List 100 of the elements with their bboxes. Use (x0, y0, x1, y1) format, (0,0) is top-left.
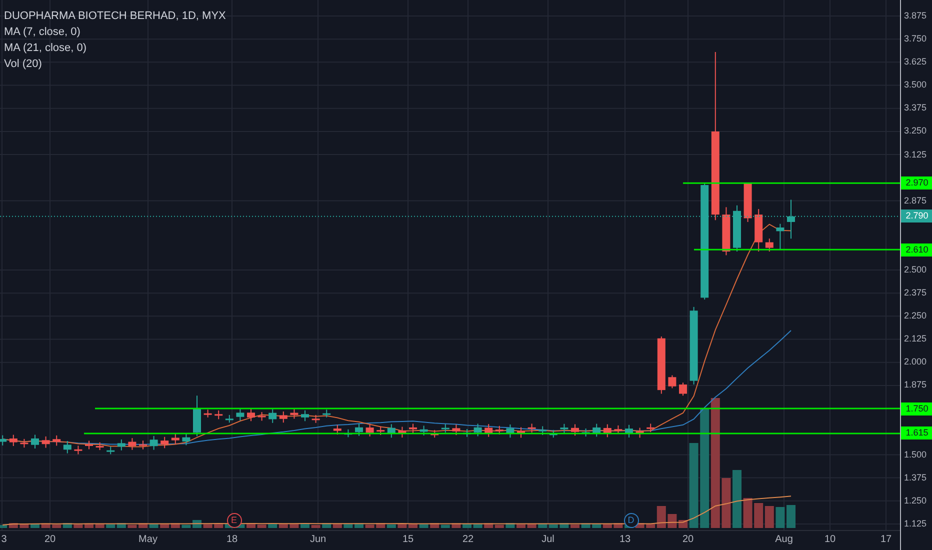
price-tag: 2.970 (901, 176, 932, 190)
price-tag: 2.610 (901, 243, 932, 256)
date-label: 15 (402, 535, 414, 545)
candle (106, 446, 115, 455)
candle (733, 204, 741, 252)
candle (387, 424, 396, 438)
event-marker[interactable]: D (624, 513, 638, 528)
candle (636, 427, 644, 438)
candle (268, 408, 277, 424)
candle (744, 182, 752, 222)
volume-bar (419, 524, 428, 528)
volume-bar (408, 523, 418, 528)
price-label: 3.250 (904, 126, 927, 136)
candle (582, 428, 590, 438)
candle (9, 434, 18, 446)
volume-bar (41, 523, 50, 528)
chart-title: DUOPHARMA BIOTECH BERHAD, 1D, MYX (4, 9, 226, 24)
price-label: 1.875 (904, 380, 927, 390)
candle (193, 395, 201, 437)
candle (247, 408, 255, 422)
candle (765, 238, 774, 252)
volume-bar (246, 523, 256, 528)
date-label: 13 (619, 535, 631, 545)
indicator-label[interactable]: MA (7, close, 0) (4, 24, 226, 40)
candle (722, 206, 730, 256)
volume-bar (614, 523, 623, 528)
candle (171, 434, 180, 445)
volume-bar (776, 507, 785, 528)
volume-bar (257, 524, 266, 528)
candle (279, 411, 288, 424)
candle (452, 424, 460, 436)
candle (625, 424, 633, 438)
candle (117, 438, 126, 451)
price-label: 2.250 (904, 312, 927, 321)
price-label: 1.375 (904, 473, 927, 482)
candle (484, 424, 493, 438)
candle (679, 382, 687, 396)
candle (344, 428, 352, 438)
price-label: 2.875 (904, 196, 927, 206)
date-label: May (138, 535, 158, 545)
candle (787, 199, 795, 240)
volume-bar (668, 514, 677, 528)
volume-bar (300, 523, 310, 528)
price-label: 2.500 (904, 265, 927, 274)
volume-bar (722, 478, 731, 528)
candle (441, 424, 450, 434)
price-label: 3.375 (904, 104, 927, 113)
candle (301, 410, 309, 422)
candle (322, 409, 331, 418)
candle (754, 208, 763, 252)
candle (333, 424, 342, 436)
candle (42, 436, 50, 448)
price-tag: 1.750 (901, 402, 932, 416)
price-label: 2.000 (904, 358, 927, 367)
volume-bar (527, 523, 536, 528)
volume-bar (311, 525, 320, 528)
indicator-label[interactable]: MA (21, close, 0) (4, 40, 226, 56)
candle (0, 434, 7, 446)
candle (96, 442, 104, 451)
volume-bar (30, 524, 40, 528)
price-label: 2.125 (904, 334, 927, 344)
candle (549, 429, 558, 438)
candle (668, 374, 676, 389)
date-label: 10 (824, 535, 836, 545)
volume-bar (365, 524, 374, 528)
date-label: Aug (775, 535, 793, 545)
candle (312, 414, 320, 424)
volume-bar (290, 524, 299, 528)
date-label: 20 (44, 535, 56, 545)
volume-bar (462, 524, 472, 528)
candle (63, 440, 72, 454)
volume-bar (786, 505, 796, 528)
price-label: 3.875 (904, 12, 927, 20)
date-label: 22 (462, 535, 474, 545)
candle (646, 423, 655, 433)
volume-bar (506, 523, 515, 528)
candle (214, 410, 223, 420)
candle (474, 423, 482, 437)
candle (182, 433, 190, 446)
price-label: 3.500 (904, 80, 927, 90)
candle (538, 426, 547, 436)
candle (290, 408, 298, 420)
candle (160, 436, 169, 449)
volume-bar (581, 523, 590, 528)
volume-bar (20, 524, 29, 528)
date-label: 3 (1, 535, 7, 545)
volume-bar (182, 524, 191, 528)
price-label: 1.125 (904, 519, 927, 528)
volume-bar (516, 524, 526, 528)
volume-bar (570, 524, 580, 528)
candle (409, 423, 417, 434)
candle (506, 424, 514, 438)
candle (571, 424, 579, 436)
candle (31, 434, 39, 450)
volume-bar (95, 523, 104, 528)
candle (420, 425, 428, 436)
indicator-label[interactable]: Vol (20) (4, 56, 226, 72)
volume-bar (74, 524, 83, 528)
volume-bar (203, 524, 212, 528)
volume-bar (764, 506, 774, 528)
